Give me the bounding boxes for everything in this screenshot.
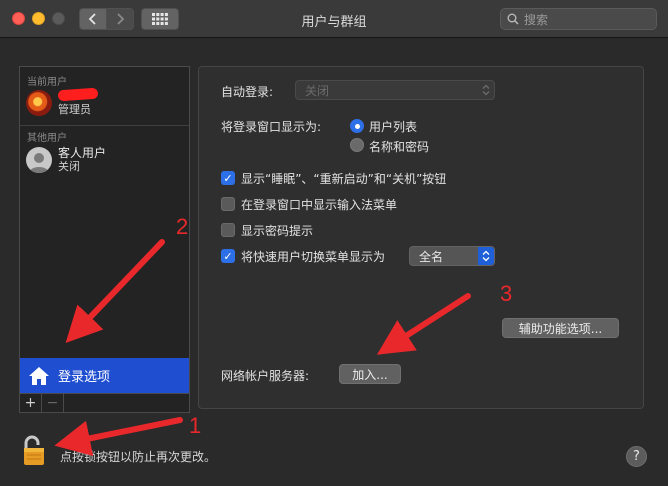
house-icon: [29, 366, 49, 385]
annotation-number-2: 2: [176, 214, 189, 239]
other-users-header: 其他用户: [27, 133, 67, 144]
help-button[interactable]: ?: [626, 446, 647, 467]
checkbox-password-hint-label: 显示密码提示: [241, 224, 314, 238]
divider: [20, 125, 189, 126]
network-server-label: 网络帐户服务器:: [221, 369, 310, 383]
checkbox-fast-switch[interactable]: ✓: [221, 249, 235, 263]
annotation-number-1: 1: [189, 413, 202, 438]
redacted-username: [57, 87, 99, 103]
fast-switch-select[interactable]: 全名: [409, 246, 495, 266]
radio-name-password[interactable]: [350, 138, 364, 152]
annotation-arrow-1: [54, 417, 183, 457]
sidebar-toolbar: + −: [20, 393, 189, 412]
title-bar: 用户与群组 搜索: [0, 0, 668, 38]
lock-instruction-text: 点按锁按钮以防止再次更改。: [60, 450, 217, 464]
users-sidebar: 当前用户 管理员 其他用户 客人用户 关闭 登录选项 + −: [19, 66, 190, 413]
user-role: 管理员: [58, 103, 91, 116]
display-login-label: 将登录窗口显示为:: [221, 120, 322, 134]
remove-user-button[interactable]: −: [42, 394, 64, 412]
guest-user-name: 客人用户: [58, 146, 107, 160]
login-options-label: 登录选项: [58, 370, 111, 385]
accessibility-options-button[interactable]: 辅助功能选项...: [502, 318, 619, 338]
avatar: [26, 90, 52, 116]
guest-user-status: 关闭: [58, 160, 80, 173]
login-options-panel: 自动登录: 关闭 将登录窗口显示为: 用户列表 名称和密码 ✓ 显示“睡眠”、“…: [198, 66, 644, 409]
checkbox-show-buttons-label: 显示“睡眠”、“重新启动”和“关机”按钮: [241, 172, 447, 186]
auto-login-value: 关闭: [305, 83, 330, 98]
users-groups-window: 用户与群组 搜索 当前用户 管理员 其他用户 客人用户 关闭 登录选项 + − …: [0, 0, 668, 486]
chevron-updown-icon: [478, 247, 494, 265]
fast-switch-value: 全名: [419, 249, 444, 264]
join-button[interactable]: 加入...: [339, 364, 401, 384]
annotation-number-3: 3: [500, 281, 513, 306]
radio-user-list[interactable]: [350, 119, 364, 133]
login-options-item[interactable]: 登录选项: [20, 358, 189, 393]
auto-login-select[interactable]: 关闭: [295, 80, 495, 100]
user-row-guest[interactable]: 客人用户 关闭: [26, 146, 106, 174]
search-placeholder: 搜索: [524, 12, 549, 27]
checkbox-show-buttons[interactable]: ✓: [221, 171, 235, 185]
radio-user-list-label: 用户列表: [369, 120, 418, 134]
checkbox-fast-switch-label: 将快速用户切换菜单显示为: [241, 250, 386, 264]
checkbox-input-menu[interactable]: [221, 197, 235, 211]
lock-icon[interactable]: [22, 434, 48, 466]
search-field[interactable]: 搜索: [500, 8, 657, 30]
search-icon: [507, 13, 519, 25]
add-user-button[interactable]: +: [20, 394, 42, 412]
chevron-updown-icon: [478, 81, 494, 99]
radio-name-password-label: 名称和密码: [369, 140, 430, 154]
auto-login-label: 自动登录:: [221, 85, 274, 99]
guest-avatar-icon: [26, 147, 52, 173]
current-users-header: 当前用户: [27, 77, 67, 88]
user-row-admin[interactable]: 管理员: [26, 87, 99, 117]
checkbox-input-menu-label: 在登录窗口中显示输入法菜单: [241, 198, 398, 212]
checkbox-password-hint[interactable]: [221, 223, 235, 237]
